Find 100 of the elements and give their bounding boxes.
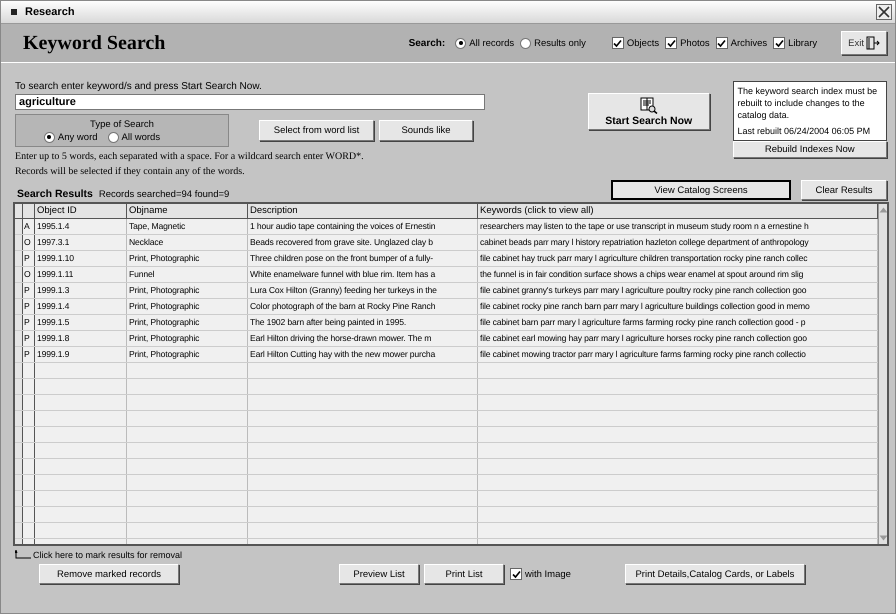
instruction-text: To search enter keyword/s and press Start Search Now. (15, 81, 263, 92)
print-details-button[interactable]: Print Details,Catalog Cards, or Labels (624, 564, 805, 584)
record-selector[interactable] (15, 267, 23, 282)
check-icon (774, 38, 784, 48)
table-cell: 1999.1.4 (35, 299, 127, 314)
search-type-radio[interactable]: All words (108, 132, 160, 142)
keyword-field[interactable]: agriculture (15, 94, 485, 110)
table-cell: P (23, 331, 35, 346)
table-cell: P (23, 315, 35, 330)
source-checkbox[interactable]: Library (773, 37, 818, 49)
table-cell: Funnel (127, 267, 248, 282)
window-icon (11, 9, 17, 15)
source-checkbox[interactable]: Archives (716, 37, 768, 49)
record-selector[interactable] (15, 411, 23, 426)
search-label: Search: (408, 38, 446, 48)
record-selector[interactable] (15, 523, 23, 538)
note-text: Enter up to 5 words, each separated with a space. For a wildcard search enter WORD*. (15, 150, 365, 163)
table-cell: 1 hour audio tape containing the voices of Ernestin (248, 219, 478, 234)
table-cell: Earl Hilton driving the horse-drawn mower. The m (248, 331, 478, 346)
table-cell: O (23, 235, 35, 250)
check-icon (717, 38, 726, 48)
corner-arrow-icon (15, 550, 31, 560)
start-search-button[interactable]: Start Search Now (588, 93, 710, 130)
table-cell: 1999.1.3 (35, 283, 127, 298)
check-icon (613, 38, 622, 48)
record-selector[interactable] (15, 347, 23, 362)
record-selector[interactable] (15, 443, 23, 458)
exit-button[interactable]: Exit (841, 31, 887, 55)
preview-list-button[interactable]: Preview List (339, 564, 419, 584)
table-cell: Color photograph of the barn at Rocky Pine Ranch (248, 299, 478, 314)
table-cell: Print, Photographic (127, 315, 248, 330)
record-selector[interactable] (15, 379, 23, 394)
check-icon (512, 570, 520, 578)
scope-radio[interactable]: All records (455, 38, 514, 48)
window-title: Research (25, 6, 76, 18)
record-selector[interactable] (15, 363, 23, 378)
table-cell: Necklace (127, 235, 248, 250)
record-selector[interactable] (15, 507, 23, 522)
scope-radio[interactable]: Results only (520, 38, 586, 48)
table-cell: 1999.1.8 (35, 331, 127, 346)
hint-text: Click here to mark results for removal (33, 550, 182, 560)
table-cell: Lura Cox Hilton (Granny) feeding her turkeys in the (248, 283, 478, 298)
record-selector[interactable] (15, 219, 23, 234)
record-selector[interactable] (15, 331, 23, 346)
remove-marked-button[interactable]: Remove marked records (39, 564, 179, 584)
table-cell: Beads recovered from grave site. Unglazed clay b (248, 235, 478, 250)
record-selector[interactable] (15, 427, 23, 442)
table-cell: A (23, 219, 35, 234)
record-selector[interactable] (15, 235, 23, 250)
rebuild-indexes-button[interactable]: Rebuild Indexes Now (732, 141, 887, 158)
record-selector[interactable] (15, 491, 23, 506)
table-cell: Print, Photographic (127, 347, 248, 362)
table-cell: White enamelware funnel with blue rim. Item has a (248, 267, 478, 282)
results-button[interactable]: View Catalog Screens (611, 180, 791, 200)
book-search-icon (640, 96, 658, 114)
table-cell: P (23, 251, 35, 266)
sounds-like-button[interactable]: Sounds like (379, 120, 473, 141)
results-title: Search Results (17, 188, 93, 200)
record-selector[interactable] (15, 251, 23, 266)
record-selector[interactable] (15, 315, 23, 330)
print-list-button[interactable]: Print List (424, 564, 504, 584)
table-cell: O (23, 267, 35, 282)
table-cell: 1995.1.4 (35, 219, 127, 234)
close-button[interactable] (876, 4, 892, 20)
word-list-button[interactable]: Select from word list (259, 120, 374, 141)
table-cell: Earl Hilton Cutting hay with the new mower purcha (248, 347, 478, 362)
source-checkbox[interactable]: Objects (612, 37, 660, 49)
record-selector[interactable] (15, 283, 23, 298)
results-button[interactable]: Clear Results (801, 180, 887, 200)
table-cell: P (23, 347, 35, 362)
record-selector[interactable] (15, 395, 23, 410)
table-cell: Print, Photographic (127, 283, 248, 298)
door-arrow-icon (866, 36, 880, 50)
column-header[interactable]: Object ID (35, 204, 127, 218)
record-selector[interactable] (15, 299, 23, 314)
search-type-radio[interactable]: Any word (44, 132, 98, 142)
table-cell: Print, Photographic (127, 251, 248, 266)
table-cell: 1999.1.10 (35, 251, 127, 266)
table-cell: P (23, 299, 35, 314)
table-cell: 1999.1.9 (35, 347, 127, 362)
column-header[interactable]: Description (248, 204, 478, 218)
table-cell: P (23, 283, 35, 298)
table-cell: 1999.1.5 (35, 315, 127, 330)
results-summary: Records searched=94 found=9 (98, 189, 230, 200)
record-selector[interactable] (15, 475, 23, 490)
table-cell: The 1902 barn after being painted in 1995. (248, 315, 478, 330)
source-checkbox[interactable]: Photos (665, 37, 710, 49)
note-text: Records will be selected if they contain any of the words. (15, 165, 246, 178)
table-cell: Print, Photographic (127, 299, 248, 314)
column-header[interactable]: Objname (127, 204, 248, 218)
index-info-text: The keyword search index must be rebuilt to include changes to the catalog data. (738, 85, 878, 121)
table-cell: Print, Photographic (127, 331, 248, 346)
table-cell: 1997.3.1 (35, 235, 127, 250)
with-image-checkbox[interactable]: with Image (510, 568, 571, 580)
check-icon (666, 38, 676, 48)
record-selector[interactable] (15, 459, 23, 474)
last-rebuilt-text: Last rebuilt 06/24/2004 06:05 PM (738, 125, 872, 137)
table-cell: 1999.1.11 (35, 267, 127, 282)
group-title: Type of Search (90, 118, 154, 130)
form-title: Keyword Search (23, 32, 166, 54)
